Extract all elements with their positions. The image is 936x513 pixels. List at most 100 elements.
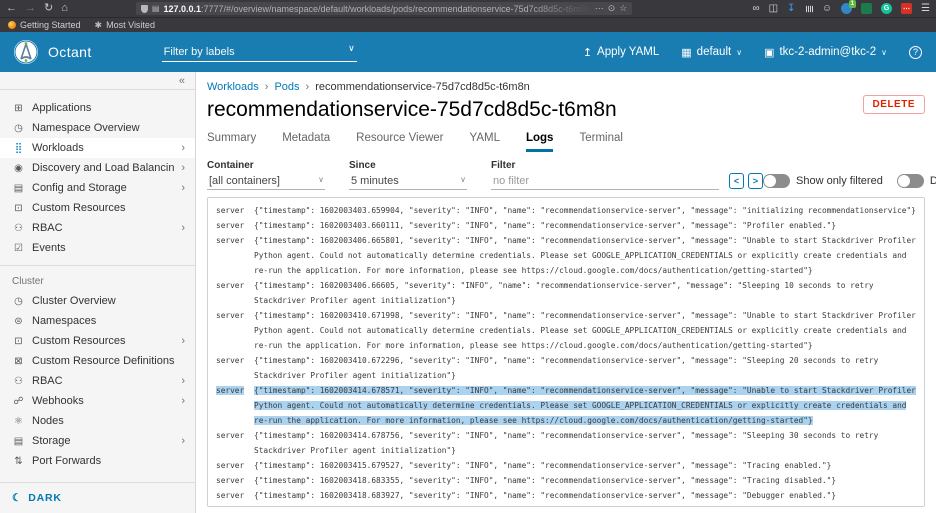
reload-icon[interactable]: ↻ [44,3,53,14]
workloads-icon: ⣿ [12,143,25,154]
sidebar-item-label: Config and Storage [32,182,174,194]
log-message: {"timestamp": 1602003403.660111, "severi… [254,218,916,233]
context-icon: ▣ [764,46,774,59]
chevron-down-icon[interactable]: ∨ [348,43,355,54]
pocket-icon[interactable]: ⊙ [608,3,616,14]
context-selector[interactable]: ▣ tkc-2-admin@tkc-2 ∨ [764,46,887,59]
forward-icon[interactable]: → [25,3,36,14]
moon-icon: ☾ [12,492,22,504]
menu-icon[interactable]: ☰ [921,4,930,14]
account-icon[interactable]: ☺ [822,4,832,14]
tab-resource-viewer[interactable]: Resource Viewer [356,132,443,152]
log-viewer[interactable]: server {"timestamp": 1602003403.659904, "… [207,197,925,507]
sidebar-item-custom-resource-definitions[interactable]: ⊠ Custom Resource Definitions [0,351,195,371]
breadcrumb-recommendationservice-75d7cd8d5c-t6m8n: recommendationservice-75d7cd8d5c-t6m8n [315,81,530,93]
tab-terminal[interactable]: Terminal [579,132,622,152]
sidebar-item-namespace-overview[interactable]: ◷Namespace Overview [0,118,195,138]
log-container-prefix: server [216,203,246,218]
sidebar-item-label: Nodes [32,415,185,427]
port-forwards-icon: ⇅ [12,456,25,467]
log-container-prefix: server [216,428,246,443]
prev-match-button[interactable]: < [729,173,744,189]
label-filter-input[interactable] [162,44,357,62]
chevron-right-icon: › [181,162,185,174]
tab-yaml[interactable]: YAML [470,132,500,152]
namespace-selector[interactable]: ▦ default ∨ [681,46,742,59]
crd-icon: ⊠ [12,356,25,367]
download-icon[interactable]: ↧ [787,4,795,14]
display-timestamp-label: Display timestamp [930,175,936,187]
tab-metadata[interactable]: Metadata [282,132,330,152]
security-extension-icon[interactable] [861,3,872,14]
sidebar-item-cluster-overview[interactable]: ◷Cluster Overview [0,291,195,311]
tracking-protection-icon[interactable] [141,5,148,13]
breadcrumb-workloads[interactable]: Workloads [207,81,259,93]
page-actions-icon[interactable]: ⋯ [595,3,604,14]
url-bar[interactable]: ▤ 127.0.0.1:7777/#/overview/namespace/de… [136,2,632,15]
sidebar-item-rbac[interactable]: ⚇RBAC› [0,218,195,238]
sidebar-item-label: Storage [32,435,174,447]
container-select[interactable]: [all containers] ∨ [207,174,325,190]
apply-yaml-button[interactable]: ↥ Apply YAML [583,46,659,59]
help-icon[interactable]: ? [909,46,922,59]
vmware-extension-icon[interactable]: 1 [841,3,852,14]
show-only-filtered-toggle[interactable] [763,174,790,188]
sidebar-item-storage[interactable]: ▤Storage› [0,431,195,451]
log-message: {"timestamp": 1602003410.671998, "severi… [254,308,916,353]
sidebar-item-label: Custom Resources [32,202,185,214]
url-text[interactable]: 127.0.0.1:7777/#/overview/namespace/defa… [163,4,590,14]
sidebar-item-applications[interactable]: ⊞Applications [0,98,195,118]
sidebar-item-discovery-and-load-balancing[interactable]: ◉Discovery and Load Balancing› [0,158,195,178]
log-container-prefix: server [216,488,246,503]
bookmark-star-icon[interactable]: ☆ [619,3,627,14]
display-timestamp-toggle[interactable] [897,174,924,188]
cluster-overview-icon: ◷ [12,296,25,307]
back-icon[interactable]: ← [6,3,17,14]
dark-mode-toggle[interactable]: ☾ DARK [0,482,195,513]
gear-icon: ✱ [95,20,103,31]
lastpass-extension-icon[interactable]: ⋯ [901,3,912,14]
grammarly-extension-icon[interactable]: G [881,3,892,14]
bookmark-getting-started[interactable]: Getting Started [8,20,81,30]
log-message: {"timestamp": 1602003414.678571, "severi… [254,383,916,428]
sidebar-item-label: RBAC [32,375,174,387]
sidebar-item-nodes[interactable]: ⚛Nodes [0,411,195,431]
config-storage-icon: ▤ [12,183,25,194]
sidebar-item-custom-resources[interactable]: ⊡ Custom Resources [0,198,195,218]
log-container-prefix: server [216,383,246,398]
sidebar-item-webhooks[interactable]: ☍Webhooks› [0,391,195,411]
sidebar-item-rbac[interactable]: ⚇RBAC› [0,371,195,391]
sidebar-item-label: Applications [32,102,185,114]
home-icon[interactable]: ⌂ [61,3,68,14]
sidebar-item-port-forwards[interactable]: ⇅Port Forwards [0,451,195,471]
chevron-down-icon: ∨ [881,48,887,57]
log-entry: server{"timestamp": 1602003410.671998, "… [216,308,916,353]
sidebar-item-events[interactable]: ☑Events [0,238,195,258]
collapse-sidebar-icon[interactable]: « [179,75,185,87]
sidebar-item-namespaces[interactable]: ⊜Namespaces [0,311,195,331]
storage-icon: ▤ [12,436,25,447]
next-match-button[interactable]: > [748,173,763,189]
sidebar-item-label: Custom Resource Definitions [32,355,185,367]
reader-sidebar-icon[interactable]: ◫ [769,4,778,14]
library-icon[interactable]: ≣ [804,4,814,12]
sidebar-item-config-and-storage[interactable]: ▤Config and Storage› [0,178,195,198]
since-select[interactable]: 5 minutes ∨ [349,174,467,190]
filter-input[interactable] [491,174,719,190]
delete-button[interactable]: DELETE [863,95,925,114]
infinity-extension-icon[interactable]: ∞ [752,4,759,14]
custom-resources-icon: ⊡ [12,203,25,214]
sidebar-item-label: RBAC [32,222,174,234]
tab-summary[interactable]: Summary [207,132,256,152]
log-message: {"timestamp": 1602003403.659904, "severi… [254,203,916,218]
sidebar-item-custom-resources[interactable]: ⊡Custom Resources› [0,331,195,351]
log-message: {"timestamp": 1602003406.66605, "severit… [254,278,916,308]
sidebar-item-workloads[interactable]: ⣿Workloads› [0,138,195,158]
chevron-right-icon: › [181,222,185,234]
screen: ← → ↻ ⌂ ▤ 127.0.0.1:7777/#/overview/name… [0,0,936,513]
sidebar-item-label: Webhooks [32,395,174,407]
namespaces-icon: ⊜ [12,316,25,327]
tab-logs[interactable]: Logs [526,132,553,152]
bookmark-most-visited[interactable]: ✱ Most Visited [95,20,155,31]
breadcrumb-pods[interactable]: Pods [274,81,299,93]
